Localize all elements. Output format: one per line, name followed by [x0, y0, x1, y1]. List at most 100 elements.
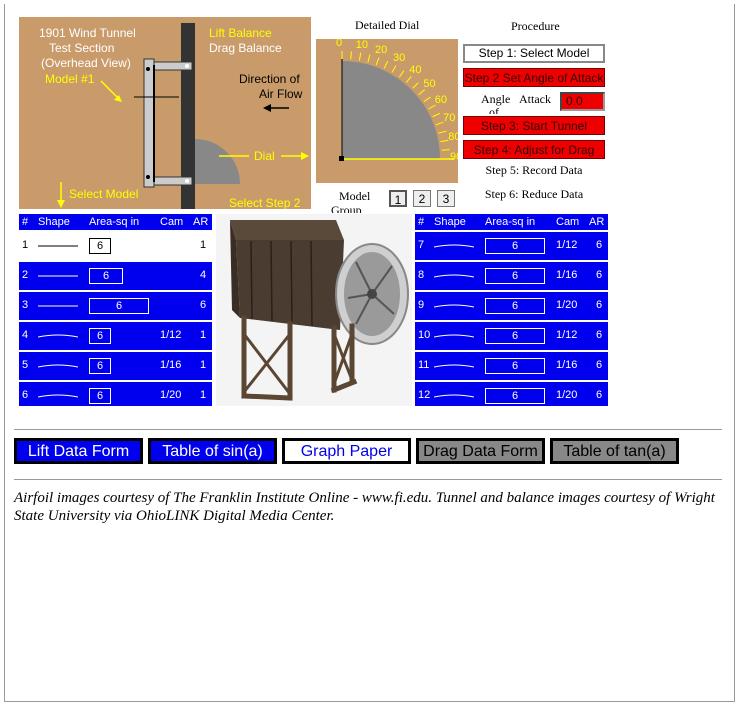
model-group-label: Model [339, 189, 371, 203]
tunnel-photo-illustration [230, 220, 409, 401]
col-ar: AR [589, 216, 605, 228]
table-row[interactable]: 8 6 1/16 6 [415, 260, 608, 290]
airfoil-shape-icon [434, 244, 474, 248]
aspect-ratio-value: 6 [596, 299, 603, 311]
table-header: # Shape Area-sq in Cam AR [415, 214, 608, 230]
area-value: 6 [89, 268, 123, 284]
dial-tick [440, 139, 449, 143]
area-value: 6 [485, 388, 545, 404]
table-row[interactable]: 6 6 1/20 1 [19, 380, 212, 410]
col-area: Area-sq in [485, 216, 536, 228]
camber-value: 1/20 [556, 389, 578, 401]
dial-tick [412, 82, 419, 89]
table-row[interactable]: 7 6 1/12 6 [415, 230, 608, 260]
area-value: 6 [89, 298, 149, 314]
row-number: 1 [22, 239, 29, 251]
aspect-ratio-value: 6 [596, 239, 603, 251]
dial-tick [423, 96, 431, 103]
step6-label: Step 6: Reduce Data [484, 187, 584, 201]
dial-tick [398, 70, 405, 78]
aspect-ratio-value: 6 [596, 329, 603, 341]
row-number: 3 [22, 299, 29, 311]
area-value: 6 [89, 358, 111, 374]
model-group-3-button[interactable]: 3 [437, 190, 455, 207]
graph-paper-button[interactable]: Graph Paper [282, 438, 411, 464]
aspect-ratio-value: 6 [200, 299, 207, 311]
sin-table-button[interactable]: Table of sin(a) [148, 438, 277, 464]
tan-table-button[interactable]: Table of tan(a) [550, 438, 679, 464]
row-number: 8 [418, 269, 425, 281]
model-group-2-button[interactable]: 2 [413, 190, 431, 207]
dial-tick-label: 50 [423, 77, 436, 90]
dial-tick-label: 40 [409, 63, 422, 76]
col-cam: Cam [556, 216, 580, 228]
table-row[interactable]: 2 6 4 [19, 260, 212, 290]
aspect-ratio-value: 1 [200, 389, 207, 401]
row-number: 11 [418, 359, 430, 371]
row-number: 5 [22, 359, 29, 371]
camber-value: 1/16 [160, 359, 182, 371]
dial-tick-label: 30 [393, 52, 406, 65]
table-row[interactable]: 11 6 1/16 6 [415, 350, 608, 380]
procedure-title: Procedure [511, 19, 560, 33]
row-number: 9 [418, 299, 425, 311]
airfoil-shape-icon [434, 334, 474, 338]
detailed-dial-title: Detailed Dial [355, 18, 420, 32]
row-number: 6 [22, 389, 29, 401]
row-number: 12 [418, 389, 431, 401]
dial-tick-label: 70 [443, 112, 456, 124]
right-model-table: # Shape Area-sq in Cam AR 7 6 1/12 6 8 6 1/16 6… [415, 214, 608, 406]
detailed-dial: 0 10 20 304050 60 70 80 90 [316, 39, 458, 183]
dial-tick-label: 60 [434, 94, 447, 106]
camber-value: 1/20 [160, 389, 182, 401]
table-header: # Shape Area-sq in Cam AR [19, 214, 212, 230]
dial-tick [375, 57, 380, 66]
airfoil-shape-icon [38, 275, 78, 277]
model-group-1-button[interactable]: 1 [389, 190, 407, 207]
table-row[interactable]: 9 6 1/20 6 [415, 290, 608, 320]
angle-of-attack-input[interactable]: 0.0 [560, 92, 605, 111]
dial-tick-label: 0 [336, 39, 343, 49]
airfoil-shape-icon [434, 304, 474, 308]
step1-button[interactable]: Step 1: Select Model [463, 44, 605, 63]
table-row[interactable]: 5 6 1/16 1 [19, 350, 212, 380]
dial-tick [438, 130, 447, 134]
attack-label: Attack [519, 92, 551, 106]
aspect-ratio-value: 4 [200, 269, 207, 281]
step3-button[interactable]: Step 3: Start Tunnel [463, 116, 605, 135]
dial-tick-label: 10 [355, 39, 369, 51]
lift-data-form-button[interactable]: Lift Data Form [14, 438, 143, 464]
aspect-ratio-value: 6 [596, 269, 603, 281]
dial-tick [441, 149, 450, 151]
dial-tick-label: 80 [448, 131, 458, 144]
area-value: 6 [89, 328, 111, 344]
table-row[interactable]: 4 6 1/12 1 [19, 320, 212, 350]
col-shape: Shape [434, 216, 466, 228]
aspect-ratio-value: 1 [200, 239, 207, 251]
separator-bottom [14, 479, 722, 480]
airfoil-shape-icon [38, 364, 78, 368]
area-value: 6 [485, 268, 545, 284]
row-number: 2 [22, 269, 29, 281]
col-ar: AR [193, 216, 209, 228]
step2-button[interactable]: Step 2 Set Angle of Attack [463, 68, 605, 87]
step4-button[interactable]: Step 4: Adjust for Drag [463, 140, 605, 159]
table-row[interactable]: 12 6 1/20 6 [415, 380, 608, 410]
model-group-label-2: Group [331, 203, 362, 213]
area-value: 6 [485, 298, 545, 314]
aspect-ratio-value: 1 [200, 359, 207, 371]
table-row[interactable]: 3 6 6 [19, 290, 212, 320]
table-row[interactable]: 1 6 1 [19, 230, 212, 260]
airfoil-shape-icon [38, 305, 78, 307]
airfoil-shape-icon [434, 394, 474, 398]
camber-value: 1/12 [556, 329, 578, 341]
table-row[interactable]: 10 6 1/12 6 [415, 320, 608, 350]
camber-value: 1/12 [556, 239, 578, 251]
drag-data-form-button[interactable]: Drag Data Form [416, 438, 545, 464]
angle-label-of: of [489, 105, 499, 114]
aspect-ratio-value: 6 [596, 359, 603, 371]
dial-tick [418, 89, 426, 96]
row-number: 10 [418, 329, 431, 341]
col-area: Area-sq in [89, 216, 140, 228]
col-cam: Cam [160, 216, 184, 228]
